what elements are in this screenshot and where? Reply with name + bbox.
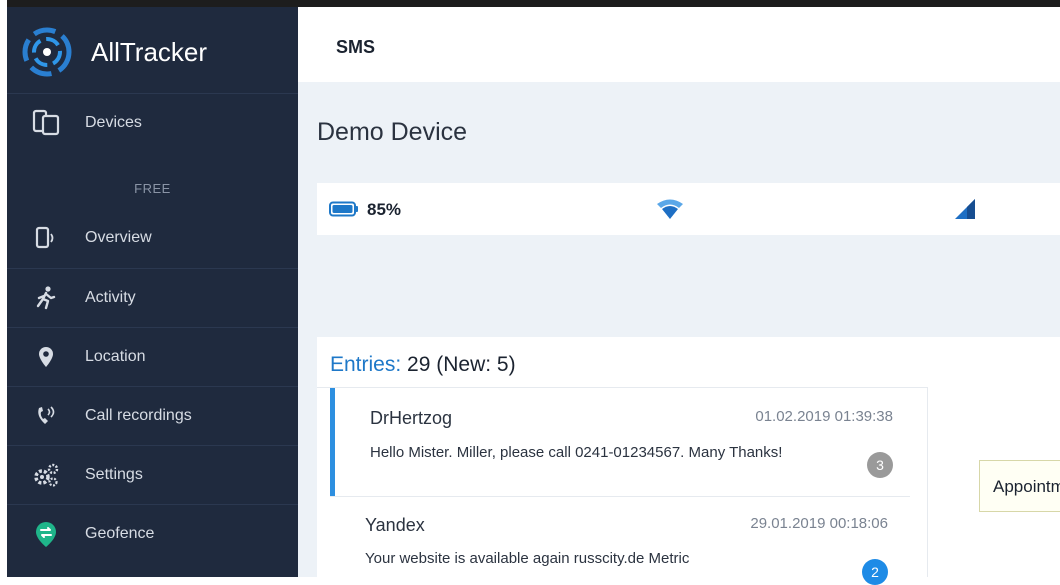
sidebar-item-label: Activity — [85, 289, 136, 306]
device-status-bar: 85% — [317, 183, 1060, 235]
location-pin-icon — [31, 342, 61, 372]
window-left-border — [0, 0, 7, 577]
wifi-icon — [657, 199, 683, 219]
message-time: 29.01.2019 00:18:06 — [750, 515, 888, 532]
sidebar-item-overview[interactable]: Overview — [7, 209, 298, 267]
phone-call-icon — [31, 401, 61, 431]
panel-divider — [927, 387, 928, 577]
entries-label: Entries: — [330, 353, 402, 376]
message-item[interactable]: DrHertzog 01.02.2019 01:39:38 Hello Mist… — [330, 388, 915, 496]
message-count-badge: 2 — [862, 559, 888, 585]
sidebar-item-location[interactable]: Location — [7, 327, 298, 386]
running-person-icon — [31, 283, 61, 313]
page-title: SMS — [336, 37, 376, 57]
sidebar-item-label: Overview — [85, 229, 152, 246]
main-content: SMS Demo Device 85% Entries: 29 (New: 5)… — [298, 7, 1060, 585]
battery-level: 85% — [367, 200, 402, 219]
devices-icon — [31, 108, 61, 138]
cell-signal-icon — [955, 199, 975, 219]
sidebar-item-label: Call recordings — [85, 407, 192, 424]
message-text: Hello Mister. Miller, please call 0241-0… — [370, 444, 783, 461]
sidebar-item-devices[interactable]: Devices — [7, 93, 298, 152]
sidebar-item-geofence[interactable]: Geofence — [7, 504, 298, 563]
sidebar-item-label: Settings — [85, 466, 143, 483]
sidebar-item-label: Location — [85, 348, 146, 365]
sidebar-item-settings[interactable]: Settings — [7, 445, 298, 504]
preview-text: Appointm — [993, 477, 1060, 496]
sidebar-item-label: Devices — [85, 114, 142, 131]
message-list: DrHertzog 01.02.2019 01:39:38 Hello Mist… — [317, 387, 927, 585]
message-sender: DrHertzog — [370, 408, 453, 428]
device-name: Demo Device — [317, 118, 468, 146]
message-count-badge: 3 — [867, 452, 893, 478]
entries-header: Entries: 29 (New: 5) — [330, 353, 516, 377]
sidebar-item-activity[interactable]: Activity — [7, 268, 298, 327]
message-preview: Appointm — [979, 460, 1060, 512]
sidebar-item-call-recordings[interactable]: Call recordings — [7, 386, 298, 445]
gears-icon — [31, 460, 61, 490]
entries-panel: Entries: 29 (New: 5) DrHertzog 01.02.201… — [317, 337, 1060, 585]
brand-header[interactable]: AllTracker — [7, 7, 298, 93]
top-bar: SMS — [298, 7, 1060, 82]
window-top-border — [0, 0, 1060, 7]
alltracker-logo-icon — [22, 27, 72, 77]
battery-icon — [329, 201, 358, 217]
geofence-icon — [31, 519, 61, 549]
sidebar-item-label: Geofence — [85, 525, 155, 542]
entries-count: 29 (New: 5) — [407, 353, 516, 376]
phone-signal-icon — [31, 223, 61, 253]
message-sender: Yandex — [365, 515, 425, 535]
brand-name: AllTracker — [91, 37, 208, 67]
message-text: Your website is available again russcity… — [365, 550, 690, 567]
message-time: 01.02.2019 01:39:38 — [755, 408, 893, 425]
message-item[interactable]: Yandex 29.01.2019 00:18:06 Your website … — [330, 497, 910, 585]
section-label: FREE — [134, 181, 171, 196]
sidebar: AllTracker Devices FREE Overview Activit… — [7, 7, 298, 577]
